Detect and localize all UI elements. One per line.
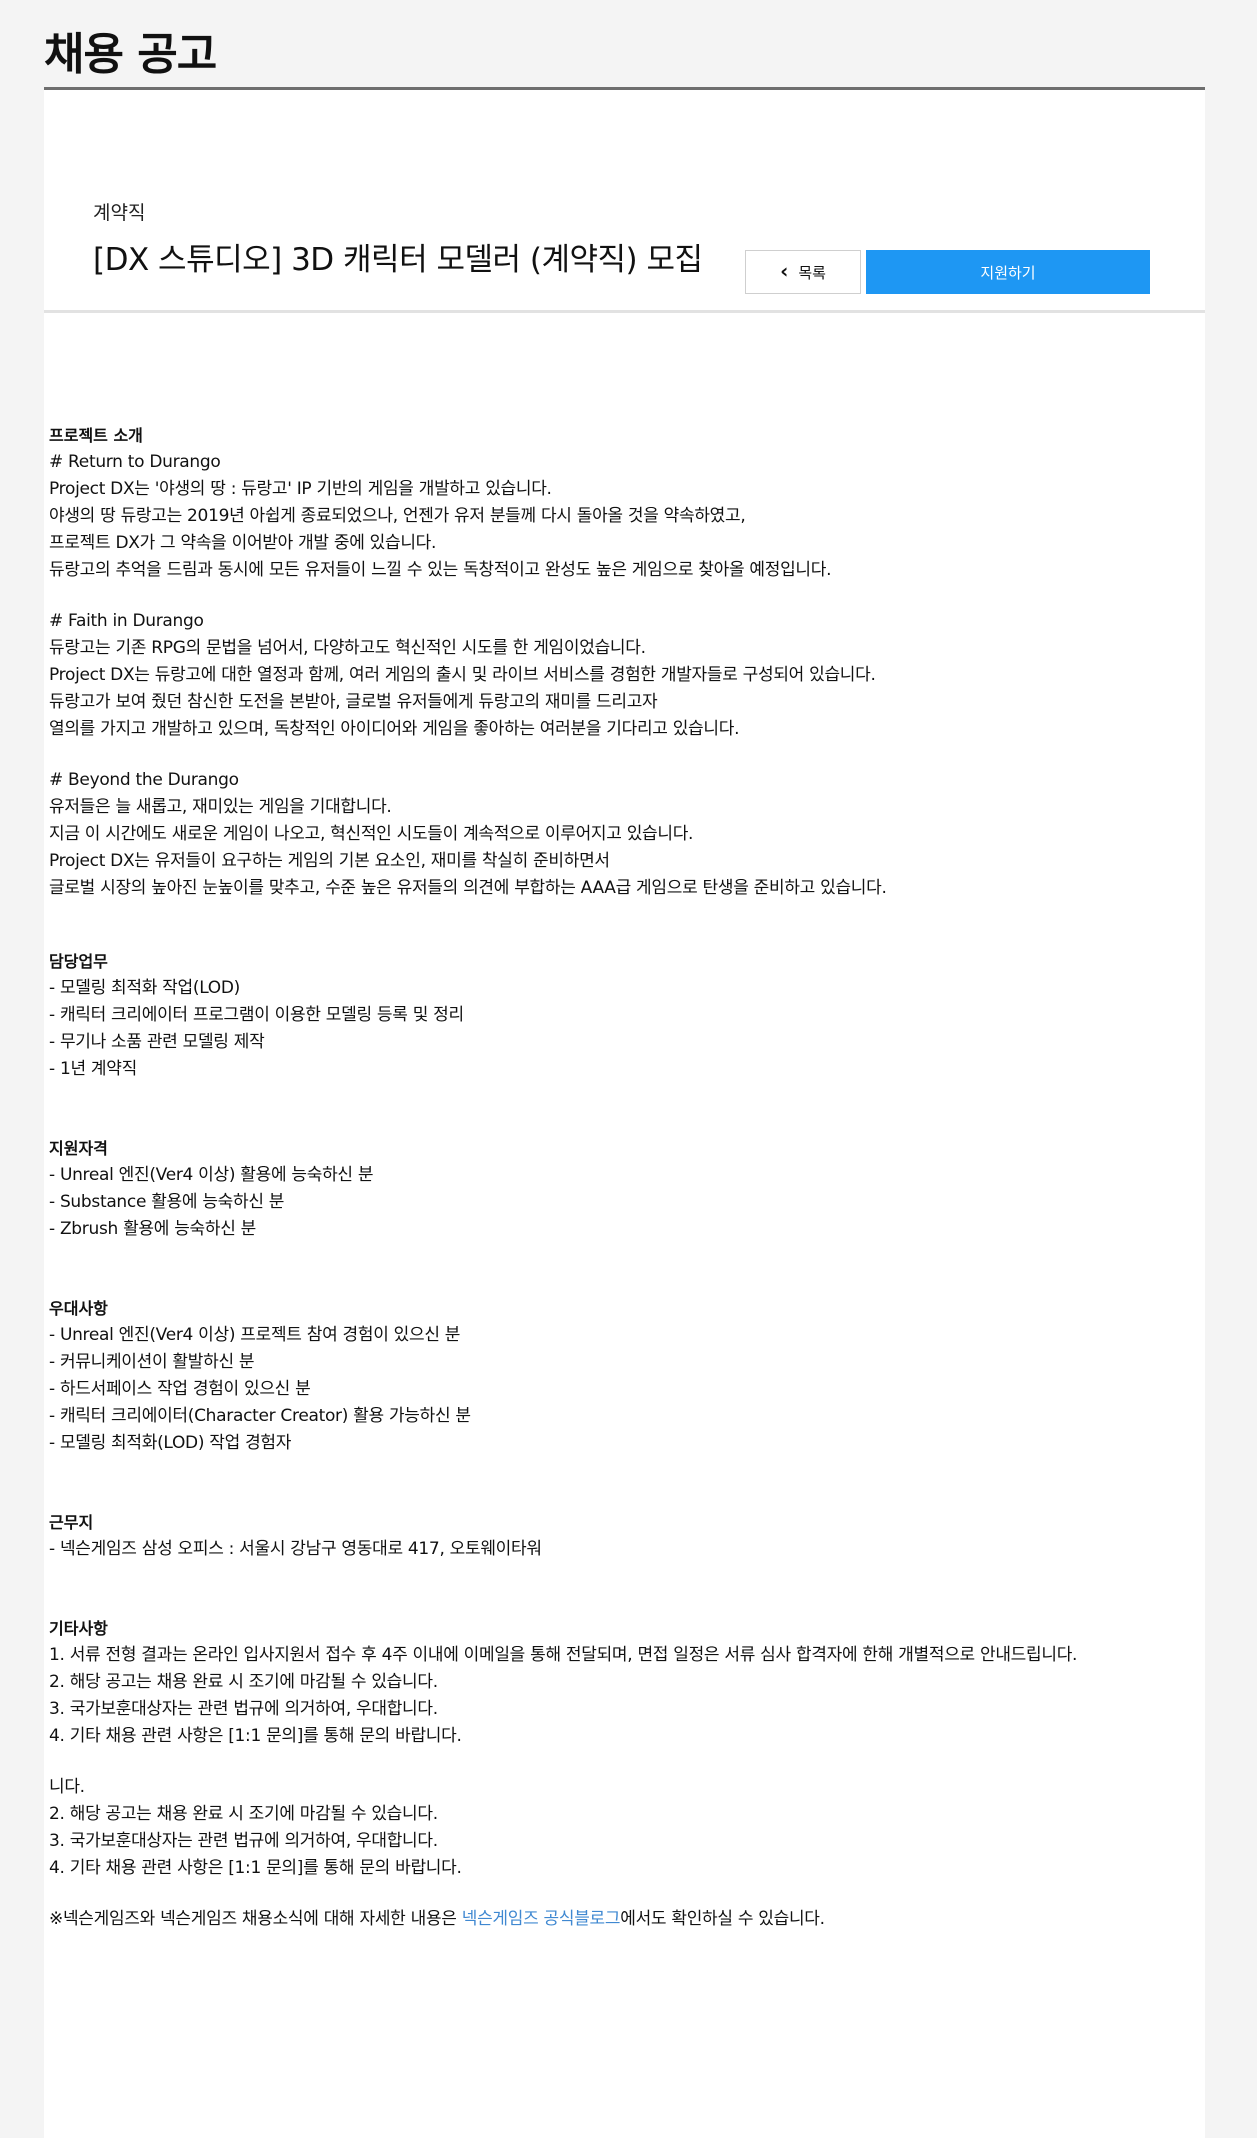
- etc-item: 1. 서류 전형 결과는 온라인 입사지원서 접수 후 4주 이내에 이메일을 …: [49, 1645, 1078, 1665]
- project-line: 열의를 가지고 개발하고 있으며, 독창적인 아이디어와 게임을 좋아하는 여러…: [49, 719, 740, 739]
- page-title: 채용 공고: [44, 29, 217, 80]
- etc-item: 2. 해당 공고는 채용 완료 시 조기에 마감될 수 있습니다.: [49, 1672, 438, 1692]
- list-button-label: 목록: [798, 263, 826, 282]
- project-line: # Beyond the Durango: [49, 770, 239, 790]
- section-heading-duties: 담당업무: [49, 952, 108, 971]
- etc-item: 3. 국가보훈대상자는 관련 법규에 의거하여, 우대합니다.: [49, 1699, 438, 1719]
- etc-item: 니다.: [49, 1777, 85, 1797]
- project-line: 지금 이 시간에도 새로운 게임이 나오고, 혁신적인 시도들이 계속적으로 이…: [49, 824, 694, 844]
- section-heading-project: 프로젝트 소개: [49, 426, 143, 445]
- job-title: [DX 스튜디오] 3D 캐릭터 모델러 (계약직) 모집: [93, 242, 703, 278]
- section-heading-qualifications: 지원자격: [49, 1139, 108, 1158]
- project-line: 유저들은 늘 새롭고, 재미있는 게임을 기대합니다.: [49, 797, 392, 817]
- job-description: 프로젝트 소개 # Return to Durango Project DX는 …: [49, 422, 1159, 1933]
- qualification-item: - Unreal 엔진(Ver4 이상) 활용에 능숙하신 분: [49, 1165, 374, 1185]
- apply-button[interactable]: 지원하기: [866, 250, 1150, 294]
- section-heading-location: 근무지: [49, 1513, 94, 1532]
- apply-button-label: 지원하기: [980, 263, 1036, 282]
- project-line: Project DX는 듀랑고에 대한 열정과 함께, 여러 게임의 출시 및 …: [49, 665, 876, 685]
- duty-item: - 모델링 최적화 작업(LOD): [49, 978, 240, 998]
- official-blog-link[interactable]: 넥슨게임즈 공식블로그: [462, 1909, 621, 1929]
- section-heading-etc: 기타사항: [49, 1619, 108, 1638]
- project-line: 야생의 땅 듀랑고는 2019년 아쉽게 종료되었으나, 언젠가 유저 분들께 …: [49, 506, 746, 526]
- location-item: - 넥슨게임즈 삼성 오피스 : 서울시 강남구 영동대로 417, 오토웨이타…: [49, 1539, 542, 1559]
- project-line: 프로젝트 DX가 그 약속을 이어받아 개발 중에 있습니다.: [49, 533, 437, 553]
- project-line: Project DX는 유저들이 요구하는 게임의 기본 요소인, 재미를 착실…: [49, 851, 610, 871]
- etc-item: 4. 기타 채용 관련 사항은 [1:1 문의]를 통해 문의 바랍니다.: [49, 1726, 462, 1746]
- preferred-item: - 하드서페이스 작업 경험이 있으신 분: [49, 1379, 311, 1399]
- blog-notice: ※넥슨게임즈와 넥슨게임즈 채용소식에 대해 자세한 내용은 넥슨게임즈 공식블…: [49, 1906, 1159, 1933]
- project-line: 글로벌 시장의 높아진 눈높이를 맞추고, 수준 높은 유저들의 의견에 부합하…: [49, 878, 887, 898]
- project-line: 듀랑고는 기존 RPG의 문법을 넘어서, 다양하고도 혁신적인 시도를 한 게…: [49, 638, 646, 658]
- list-button[interactable]: ‹ 목록: [745, 250, 861, 294]
- preferred-item: - 모델링 최적화(LOD) 작업 경험자: [49, 1433, 292, 1453]
- blog-notice-suffix: 에서도 확인하실 수 있습니다.: [620, 1909, 825, 1929]
- blog-notice-prefix: ※넥슨게임즈와 넥슨게임즈 채용소식에 대해 자세한 내용은: [49, 1909, 462, 1929]
- etc-item: 2. 해당 공고는 채용 완료 시 조기에 마감될 수 있습니다.: [49, 1804, 438, 1824]
- etc-item: 4. 기타 채용 관련 사항은 [1:1 문의]를 통해 문의 바랍니다.: [49, 1858, 462, 1878]
- preferred-item: - 캐릭터 크리에이터(Character Creator) 활용 가능하신 분: [49, 1406, 471, 1426]
- project-line: # Return to Durango: [49, 452, 221, 472]
- preferred-item: - 커뮤니케이션이 활발하신 분: [49, 1352, 255, 1372]
- job-category: 계약직: [93, 202, 146, 224]
- duty-item: - 캐릭터 크리에이터 프로그램이 이용한 모델링 등록 및 정리: [49, 1005, 464, 1025]
- project-line: 듀랑고의 추억을 드림과 동시에 모든 유저들이 느낄 수 있는 독창적이고 완…: [49, 560, 832, 580]
- duty-item: - 무기나 소품 관련 모델링 제작: [49, 1032, 265, 1052]
- qualification-item: - Zbrush 활용에 능숙하신 분: [49, 1219, 257, 1239]
- duty-item: - 1년 계약직: [49, 1059, 137, 1079]
- qualification-item: - Substance 활용에 능숙하신 분: [49, 1192, 285, 1212]
- chevron-left-icon: ‹: [780, 259, 789, 283]
- project-line: # Faith in Durango: [49, 611, 204, 631]
- project-line: 듀랑고가 보여 줬던 참신한 도전을 본받아, 글로벌 유저들에게 듀랑고의 재…: [49, 692, 658, 712]
- project-line: Project DX는 '야생의 땅 : 듀랑고' IP 기반의 게임을 개발하…: [49, 479, 552, 499]
- etc-item: 3. 국가보훈대상자는 관련 법규에 의거하여, 우대합니다.: [49, 1831, 438, 1851]
- preferred-item: - Unreal 엔진(Ver4 이상) 프로젝트 참여 경험이 있으신 분: [49, 1325, 461, 1345]
- section-heading-preferred: 우대사항: [49, 1299, 108, 1318]
